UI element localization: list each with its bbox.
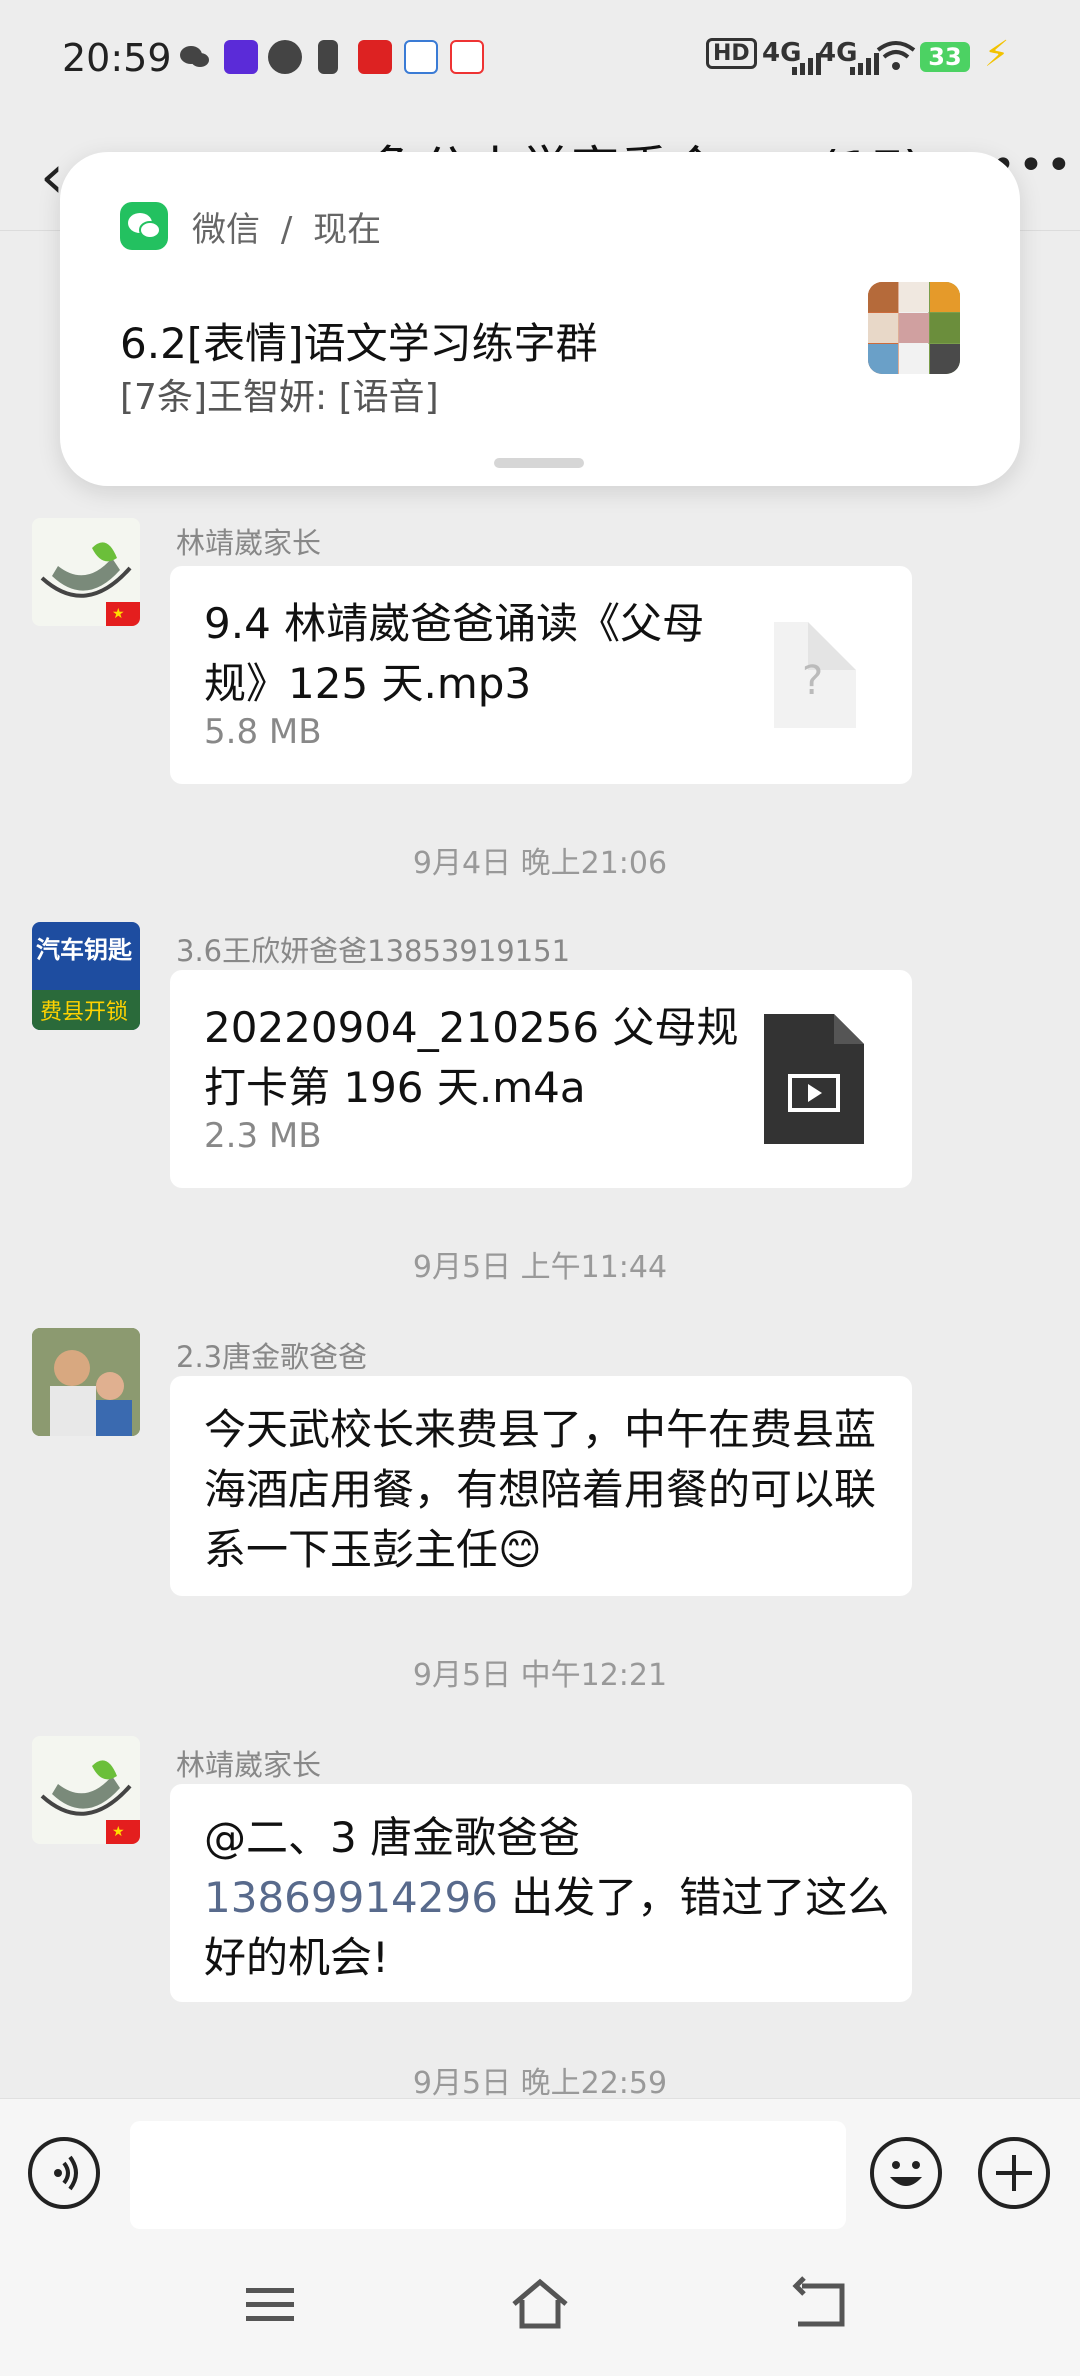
wechat-notification[interactable]: 微信 / 现在 6.2[表情]语文学习练字群 [7条]王智妍: [语音] [60,152,1020,486]
text-message-bubble[interactable]: @二、3 唐金歌爸爸 13869914296 出发了，错过了这么好的机会! [170,1784,912,2002]
video-file-icon [764,1014,864,1144]
notification-app-name: 微信 [192,210,260,250]
wechat-icon [120,202,168,250]
svg-text:★: ★ [112,1824,125,1840]
file-message-bubble[interactable]: 9.4 林靖崴爸爸诵读《父母规》125 天.mp3 5.8 MB ? [170,566,912,784]
message-text: @二、3 唐金歌爸爸 13869914296 出发了，错过了这么好的机会! [204,1808,894,1988]
phone-link[interactable]: 13869914296 [204,1873,498,1922]
sender-name: 林靖崴家长 [176,1748,322,1782]
sender-name: 林靖崴家长 [176,526,322,560]
timestamp: 9月5日 上午11:44 [412,1250,668,1285]
unknown-file-icon: ? [774,622,856,728]
notification-time: 现在 [313,210,382,250]
notification-drag-handle[interactable] [494,458,584,468]
avatar[interactable]: 汽车钥匙 费县开锁 [32,922,140,1030]
emoji-icon[interactable] [870,2137,942,2209]
sender-name: 2.3唐金歌爸爸 [176,1340,368,1374]
group-avatar-thumbnail [868,282,960,374]
map-app-status-icon [404,40,438,74]
notification-source: 微信 / 现在 [192,202,381,251]
message-text: 今天武校长来费县了，中午在费县蓝海酒店用餐，有想陪着用餐的可以联系一下玉彭主任😊 [204,1405,877,1574]
hd-icon: HD [706,38,757,69]
status-time: 20:59 [62,36,172,80]
text-message-bubble[interactable]: 今天武校长来费县了，中午在费县蓝海酒店用餐，有想陪着用餐的可以联系一下玉彭主任😊 [170,1376,912,1596]
notification-title: 6.2[表情]语文学习练字群 [120,319,598,368]
svg-text:★: ★ [112,606,125,622]
file-name: 9.4 林靖崴爸爸诵读《父母规》125 天.mp3 [204,599,705,708]
timestamp: 9月5日 晚上22:59 [412,2066,668,2101]
video-app-status-icon [224,40,258,74]
charging-bolt-icon: ⚡ [984,34,1010,75]
file-message-bubble[interactable]: 20220904_210256 父母规打卡第 196 天.m4a 2.3 MB [170,970,912,1188]
location-app-status-icon [450,40,484,74]
home-icon[interactable] [510,2274,570,2334]
menu-icon[interactable] [240,2274,300,2334]
back-icon[interactable] [790,2274,850,2334]
sender-name: 3.6王欣妍爸爸13853919151 [176,934,571,968]
system-navigation-bar [0,2238,1080,2376]
storage-status-icon [318,40,338,74]
input-bar [0,2098,1080,2239]
battery-icon: 33 [920,42,970,72]
file-size: 2.3 MB [204,1116,322,1156]
red-app-status-icon [358,40,392,74]
avatar-text: 费县开锁 [40,1000,129,1025]
file-size: 5.8 MB [204,712,322,752]
plus-icon[interactable] [978,2137,1050,2209]
timestamp: 9月5日 中午12:21 [412,1658,668,1693]
avatar[interactable] [32,1328,140,1436]
wifi-icon [876,40,916,79]
notification-separator: / [280,210,293,250]
wechat-status-icon [178,40,212,74]
notification-body: [7条]王智妍: [语音] [120,377,439,418]
avatar[interactable]: ★ [32,518,140,626]
voice-icon[interactable] [28,2137,100,2209]
timestamp: 9月4日 晚上21:06 [412,846,668,881]
mention-text: @二、3 唐金歌爸爸 [204,1813,581,1862]
avatar-text: 汽车钥匙 [36,936,132,964]
unknown-file-glyph: ? [802,658,824,704]
cat-app-status-icon [268,40,302,74]
avatar[interactable]: ★ [32,1736,140,1844]
status-bar: 20:59 HD 4G 4G 33 ⚡ [0,0,1080,120]
file-name: 20220904_210256 父母规打卡第 196 天.m4a [204,1003,739,1112]
message-input[interactable] [130,2121,846,2229]
